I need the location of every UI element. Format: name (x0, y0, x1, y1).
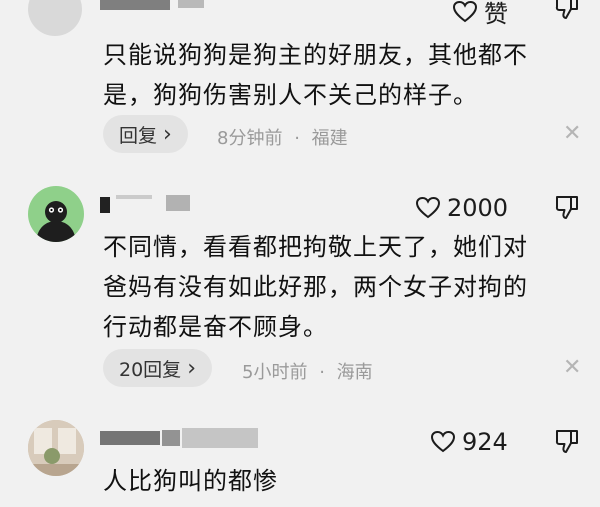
comment-text: 只能说狗狗是狗主的好朋友，其他都不 是，狗狗伤害别人不关己的样子。 (103, 35, 528, 115)
dislike-button[interactable] (554, 0, 580, 20)
meta-separator: · (294, 128, 300, 149)
like-button[interactable]: 924 (430, 428, 508, 456)
comment-location: 福建 (311, 128, 348, 149)
comment-line: 人比狗叫的都惨 (103, 467, 278, 495)
comment-meta: 5小时前 · 海南 (242, 358, 373, 384)
avatar-image (36, 201, 76, 242)
comment-line: 行动都是奋不顾身。 (103, 313, 328, 341)
avatar-image (28, 420, 84, 476)
reply-label: 20回复 (119, 358, 182, 381)
comment-line: 只能说狗狗是狗主的好朋友，其他都不 (103, 41, 528, 69)
comment-meta: 8分钟前 · 福建 (217, 124, 348, 150)
comment-line: 不同情，看看都把拘敬上天了，她们对 (103, 233, 528, 261)
blurred-username-image (100, 428, 258, 448)
close-icon[interactable]: ✕ (563, 121, 581, 146)
like-count: 924 (462, 428, 508, 456)
comment-time: 8分钟前 (217, 128, 283, 149)
avatar[interactable] (28, 0, 82, 36)
username-blurred[interactable] (100, 0, 230, 14)
blurred-username-image (100, 0, 204, 10)
like-button[interactable]: 2000 (415, 194, 508, 222)
like-count: 2000 (447, 194, 509, 222)
reply-button[interactable]: 回复 › (103, 115, 188, 153)
comment-text: 不同情，看看都把拘敬上天了，她们对 爸妈有没有如此好那，两个女子对拘的 行动都是… (103, 227, 528, 347)
blurred-username-image (100, 195, 190, 213)
dislike-button[interactable] (554, 428, 580, 454)
chevron-right-icon: › (163, 121, 172, 147)
close-icon[interactable]: ✕ (563, 355, 581, 380)
thumbs-down-icon (555, 430, 578, 453)
thumbs-down-icon (555, 0, 578, 19)
username-blurred[interactable] (100, 428, 270, 450)
reply-button[interactable]: 20回复 › (103, 349, 212, 387)
username-blurred[interactable] (100, 193, 200, 217)
heart-icon (452, 0, 478, 22)
avatar[interactable] (28, 186, 84, 242)
comment-text: 人比狗叫的都惨 (103, 461, 278, 501)
like-count: 赞 (484, 0, 508, 28)
thumbs-down-icon (555, 196, 578, 219)
chevron-right-icon: › (187, 355, 196, 381)
comment-location: 海南 (336, 362, 373, 383)
heart-icon (415, 196, 441, 219)
heart-icon (430, 430, 456, 453)
reply-label: 回复 (119, 124, 158, 147)
comment-line: 是，狗狗伤害别人不关己的样子。 (103, 81, 478, 109)
meta-separator: · (319, 362, 325, 383)
comment-line: 爸妈有没有如此好那，两个女子对拘的 (103, 273, 528, 301)
comment-time: 5小时前 (242, 362, 308, 383)
avatar[interactable] (28, 420, 84, 476)
like-button[interactable]: 赞 (452, 0, 508, 29)
dislike-button[interactable] (554, 194, 580, 220)
